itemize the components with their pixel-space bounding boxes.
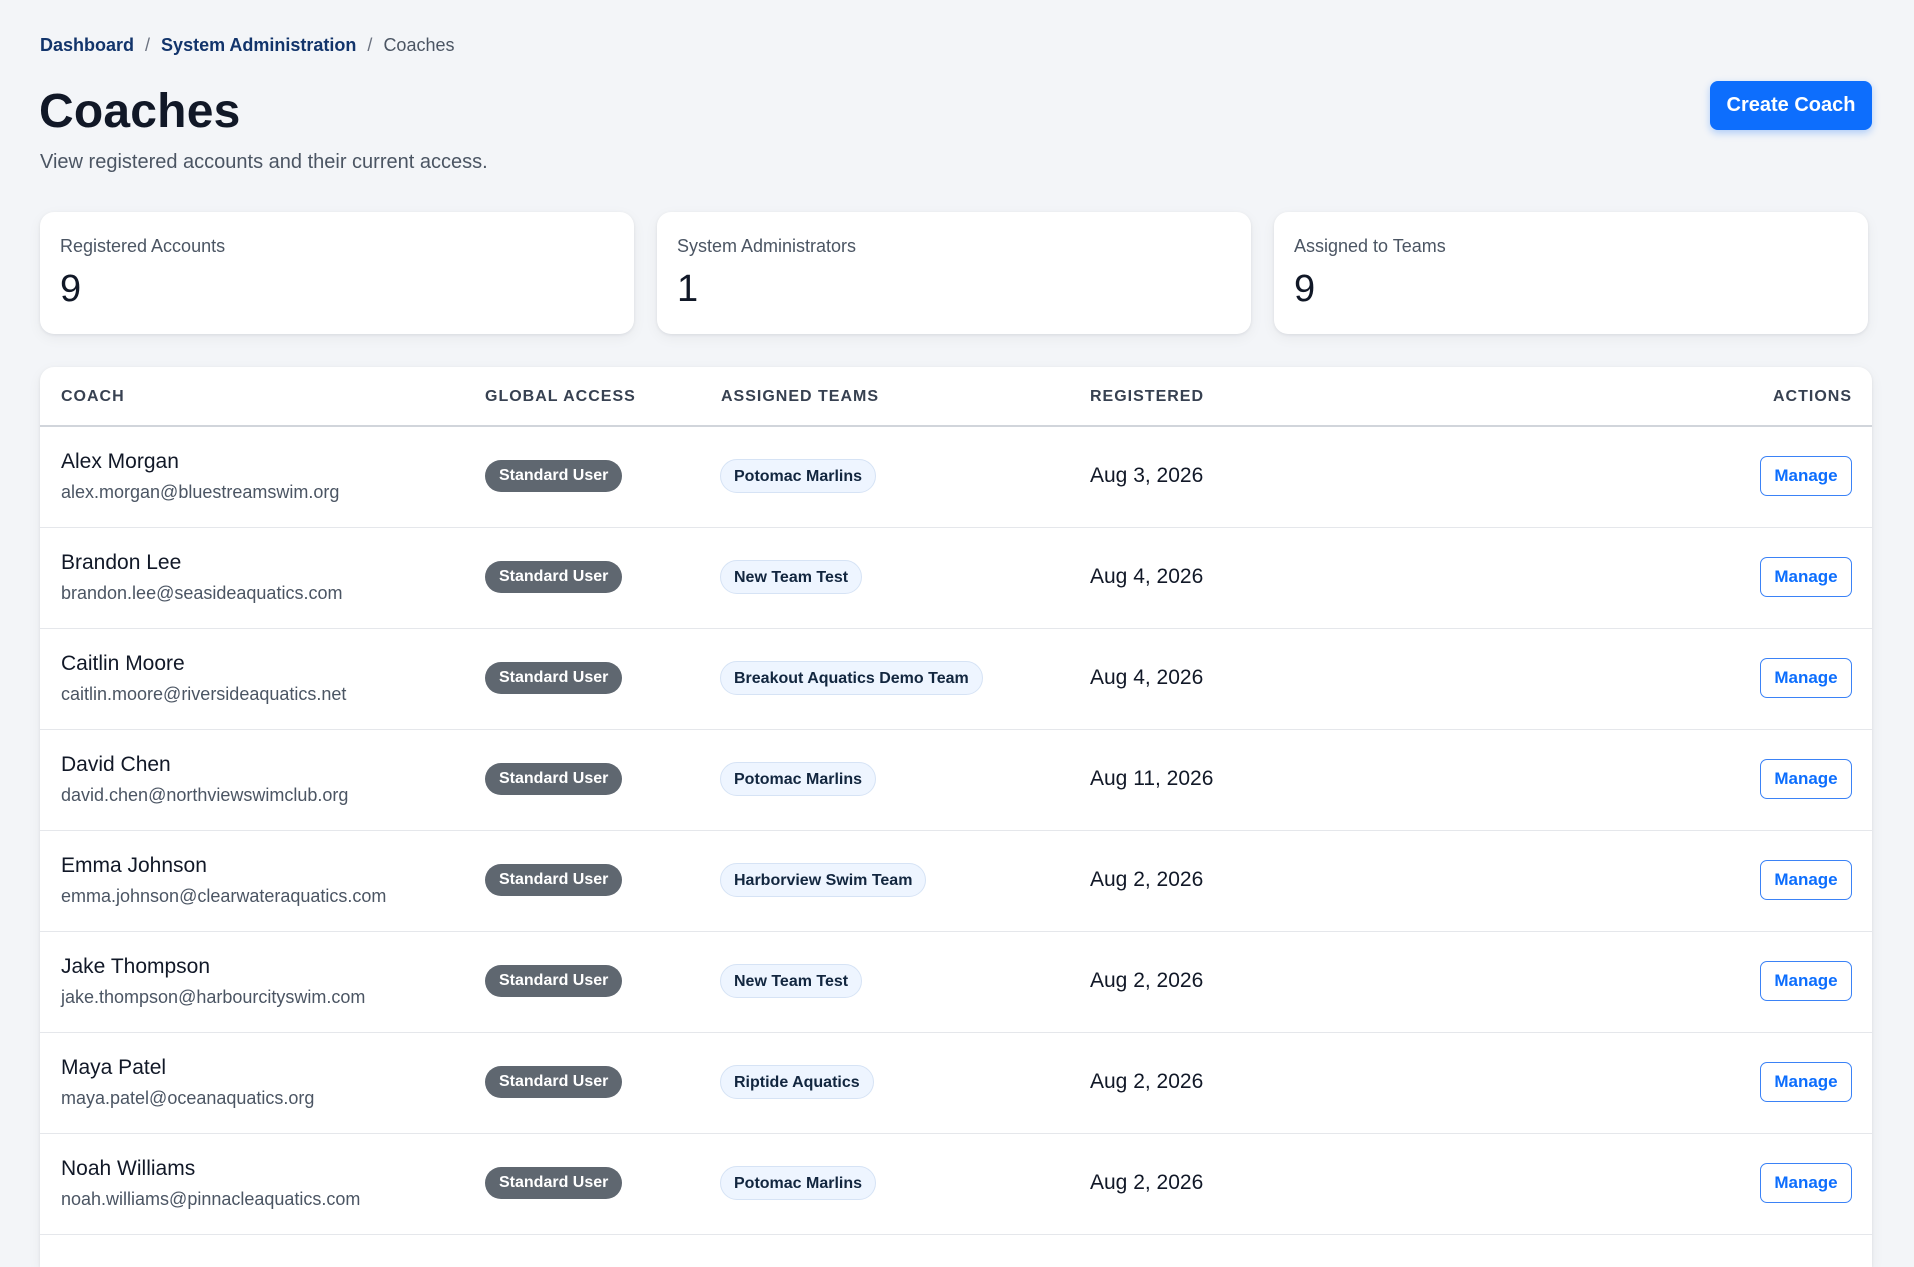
page-subtitle: View registered accounts and their curre…	[40, 151, 488, 173]
assigned-team-badge: Potomac Marlins	[720, 459, 877, 493]
stat-value: 9	[1294, 268, 1316, 310]
table-row: Emma Johnson emma.johnson@clearwateraqua…	[40, 831, 1872, 932]
page-title: Coaches	[39, 85, 241, 138]
assigned-team-badge: Harborview Swim Team	[720, 863, 927, 897]
table-header: COACH GLOBAL ACCESS ASSIGNED TEAMS REGIS…	[40, 367, 1872, 427]
assigned-team-badge: New Team Test	[720, 964, 863, 998]
global-access-badge: Standard User	[485, 965, 623, 997]
global-access-badge: Standard User	[485, 662, 623, 694]
assigned-team-badge: New Team Test	[720, 560, 863, 594]
breadcrumb-current: Coaches	[383, 35, 455, 55]
column-header-coach: COACH	[61, 388, 125, 405]
manage-button[interactable]: Manage	[1760, 860, 1852, 900]
table-row: Caitlin Moore caitlin.moore@riversideaqu…	[40, 629, 1872, 730]
manage-button[interactable]: Manage	[1760, 658, 1852, 698]
coach-name: Jake Thompson	[61, 955, 211, 978]
breadcrumb-separator: /	[367, 35, 373, 55]
breadcrumb-system-administration[interactable]: System Administration	[161, 35, 356, 56]
column-header-assigned-teams: ASSIGNED TEAMS	[721, 388, 880, 405]
manage-button[interactable]: Manage	[1760, 557, 1852, 597]
table-row: Brandon Lee brandon.lee@seasideaquatics.…	[40, 528, 1872, 629]
manage-button[interactable]: Manage	[1760, 1163, 1852, 1203]
coach-email: david.chen@northviewswimclub.org	[61, 785, 349, 805]
stat-label: System Administrators	[677, 236, 857, 256]
coach-email: noah.williams@pinnacleaquatics.com	[61, 1189, 361, 1209]
registered-date: Aug 11, 2026	[1090, 767, 1214, 790]
coach-name: Emma Johnson	[61, 854, 207, 877]
table-row: Jake Thompson jake.thompson@harbourcitys…	[40, 932, 1872, 1033]
stat-label: Assigned to Teams	[1294, 236, 1446, 256]
column-header-actions: ACTIONS	[1773, 388, 1852, 405]
stat-value: 1	[677, 268, 699, 310]
table-row: Maya Patel maya.patel@oceanaquatics.org …	[40, 1033, 1872, 1134]
breadcrumb-dashboard[interactable]: Dashboard	[40, 35, 134, 56]
coach-email: maya.patel@oceanaquatics.org	[61, 1088, 315, 1108]
global-access-badge: Standard User	[485, 460, 623, 492]
table-row: David Chen david.chen@northviewswimclub.…	[40, 730, 1872, 831]
manage-button[interactable]: Manage	[1760, 961, 1852, 1001]
table-row: Noah Williams noah.williams@pinnacleaqua…	[40, 1134, 1872, 1235]
assigned-team-badge: Potomac Marlins	[720, 762, 877, 796]
assigned-team-badge: Breakout Aquatics Demo Team	[720, 661, 983, 695]
registered-date: Aug 2, 2026	[1090, 969, 1204, 992]
global-access-badge: Standard User	[485, 1066, 623, 1098]
registered-date: Aug 2, 2026	[1090, 1070, 1204, 1093]
coaches-page: Dashboard / System Administration / Coac…	[0, 0, 1914, 1267]
breadcrumb: Dashboard / System Administration / Coac…	[40, 35, 454, 56]
coach-email: emma.johnson@clearwateraquatics.com	[61, 886, 387, 906]
coach-email: caitlin.moore@riversideaquatics.net	[61, 684, 347, 704]
assigned-team-badge: Potomac Marlins	[720, 1166, 877, 1200]
registered-date: Aug 4, 2026	[1090, 565, 1204, 588]
coach-email: jake.thompson@harbourcityswim.com	[61, 987, 366, 1007]
stat-card-system-administrators: System Administrators 1	[657, 212, 1251, 334]
table-row: Alex Morgan alex.morgan@bluestreamswim.o…	[40, 427, 1872, 528]
column-header-registered: REGISTERED	[1090, 388, 1205, 405]
coach-email: alex.morgan@bluestreamswim.org	[61, 482, 340, 502]
breadcrumb-separator: /	[145, 35, 151, 55]
registered-date: Aug 3, 2026	[1090, 464, 1204, 487]
global-access-badge: Standard User	[485, 1167, 623, 1199]
coach-name: Alex Morgan	[61, 450, 179, 473]
coach-email: brandon.lee@seasideaquatics.com	[61, 583, 343, 603]
registered-date: Aug 2, 2026	[1090, 1171, 1204, 1194]
stat-value: 9	[60, 268, 82, 310]
coach-name: Caitlin Moore	[61, 652, 185, 675]
stat-card-assigned-to-teams: Assigned to Teams 9	[1274, 212, 1868, 334]
coach-name: Noah Williams	[61, 1157, 196, 1180]
registered-date: Aug 2, 2026	[1090, 868, 1204, 891]
column-header-global-access: GLOBAL ACCESS	[485, 388, 636, 405]
manage-button[interactable]: Manage	[1760, 759, 1852, 799]
assigned-team-badge: Riptide Aquatics	[720, 1065, 874, 1099]
global-access-badge: Standard User	[485, 864, 623, 896]
manage-button[interactable]: Manage	[1760, 456, 1852, 496]
coaches-table: COACH GLOBAL ACCESS ASSIGNED TEAMS REGIS…	[40, 367, 1872, 1267]
coach-name: David Chen	[61, 753, 171, 776]
create-coach-button[interactable]: Create Coach	[1710, 81, 1872, 130]
coach-name: Maya Patel	[61, 1056, 167, 1079]
stat-card-registered-accounts: Registered Accounts 9	[40, 212, 634, 334]
coach-name: Brandon Lee	[61, 551, 182, 574]
global-access-badge: Standard User	[485, 561, 623, 593]
manage-button[interactable]: Manage	[1760, 1062, 1852, 1102]
registered-date: Aug 4, 2026	[1090, 666, 1204, 689]
stat-label: Registered Accounts	[60, 236, 226, 256]
global-access-badge: Standard User	[485, 763, 623, 795]
